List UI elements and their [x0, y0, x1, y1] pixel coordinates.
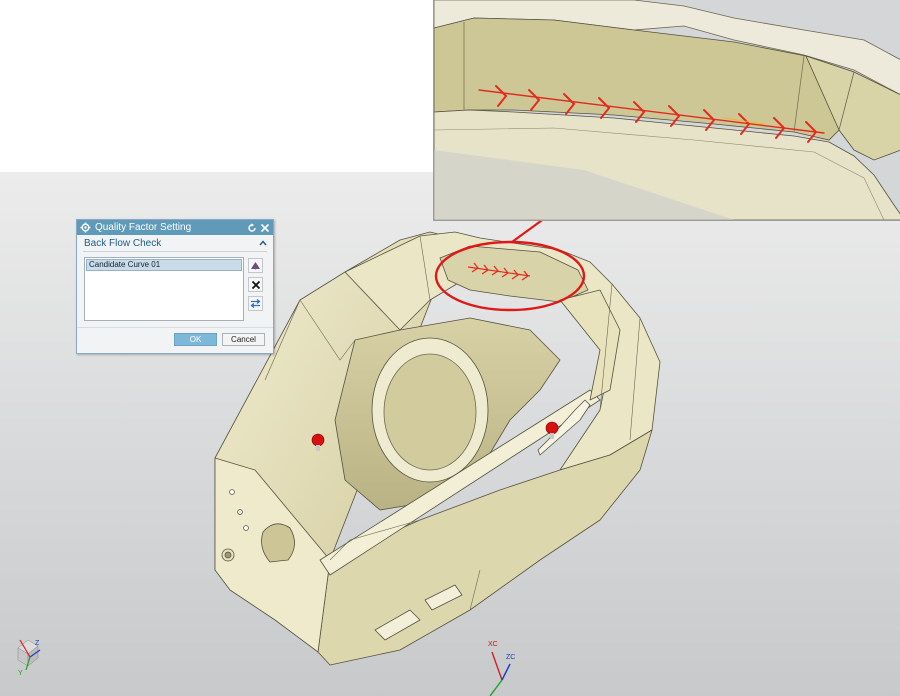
section-title: Back Flow Check: [84, 237, 162, 249]
dialog-title: Quality Factor Setting: [95, 222, 192, 233]
gear-icon: [80, 222, 91, 233]
zoom-inset-canvas: [434, 0, 900, 220]
xc-axis-label: XC: [488, 641, 498, 648]
list-item[interactable]: Candidate Curve 01: [86, 259, 242, 271]
reset-icon[interactable]: [247, 222, 257, 233]
dialog-footer-divider: [77, 327, 273, 328]
zc-axis-label: ZC: [506, 654, 516, 661]
dialog-titlebar[interactable]: Quality Factor Setting: [77, 220, 273, 235]
select-curve-button[interactable]: [248, 258, 263, 273]
section-divider: [83, 251, 267, 252]
reverse-direction-icon: [250, 298, 261, 309]
chevron-up-icon[interactable]: [259, 240, 267, 246]
quality-factor-dialog: Quality Factor Setting Back Flow Check C…: [76, 219, 274, 354]
z-axis-label: Z: [35, 640, 40, 647]
close-icon[interactable]: [260, 223, 270, 233]
list-tools: [248, 258, 264, 315]
select-curve-icon: [251, 262, 260, 270]
y-axis-label: Y: [18, 670, 23, 677]
ok-button[interactable]: OK: [174, 333, 217, 346]
reverse-direction-button[interactable]: [248, 296, 263, 311]
back-flow-check-section-header[interactable]: Back Flow Check: [77, 235, 273, 251]
remove-icon: [251, 280, 260, 289]
zoom-inset-panel: [433, 0, 900, 221]
remove-button[interactable]: [248, 277, 263, 292]
cancel-button[interactable]: Cancel: [222, 333, 265, 346]
candidate-curve-list[interactable]: Candidate Curve 01: [84, 257, 244, 321]
